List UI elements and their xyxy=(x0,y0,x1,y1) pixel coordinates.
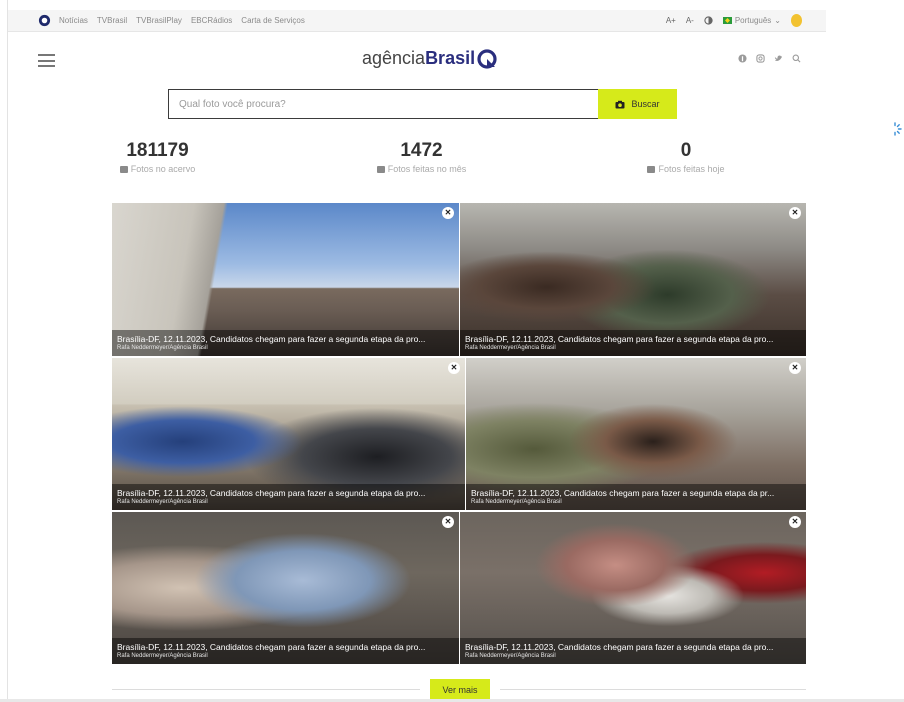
nav-link-tvbrasilplay[interactable]: TVBrasilPlay xyxy=(136,16,182,25)
brand-bold-text: Brasil xyxy=(425,48,476,68)
photo-card[interactable]: ✕ Brasília-DF, 12.11.2023, Candidatos ch… xyxy=(460,203,806,356)
photo-credit: Rafa Neddermeyer/Agência Brasil xyxy=(465,653,556,659)
photo-caption: Brasília-DF, 12.11.2023, Candidatos cheg… xyxy=(112,638,459,664)
divider-right xyxy=(500,689,806,690)
top-bar: Notícias TVBrasil TVBrasilPlay EBCRádios… xyxy=(8,10,826,32)
photo-caption: Brasília-DF, 12.11.2023, Candidatos cheg… xyxy=(112,484,465,510)
contrast-icon[interactable] xyxy=(704,16,713,25)
expand-icon[interactable]: ✕ xyxy=(442,207,454,219)
expand-icon[interactable]: ✕ xyxy=(789,516,801,528)
expand-icon[interactable]: ✕ xyxy=(789,207,801,219)
stat-month-value: 1472 xyxy=(400,140,443,161)
photo-search-input[interactable] xyxy=(168,89,598,119)
nav-link-tvbrasil[interactable]: TVBrasil xyxy=(97,16,127,25)
expand-icon[interactable]: ✕ xyxy=(448,362,460,374)
photos-icon xyxy=(376,165,385,173)
brand-mark-icon xyxy=(477,48,497,69)
photo-caption-text: Brasília-DF, 12.11.2023, Candidatos cheg… xyxy=(465,642,774,652)
agencia-brasil-logo[interactable]: agência Brasil xyxy=(362,48,497,69)
camera-icon xyxy=(647,165,656,173)
photo-credit: Rafa Neddermeyer/Agência Brasil xyxy=(117,345,208,351)
photo-caption: Brasília-DF, 12.11.2023, Candidatos cheg… xyxy=(112,330,459,356)
expand-icon[interactable]: ✕ xyxy=(442,516,454,528)
photo-search-bar: Buscar xyxy=(168,89,677,119)
instagram-icon[interactable] xyxy=(756,54,765,63)
photo-caption: Brasília-DF, 12.11.2023, Candidatos cheg… xyxy=(466,484,806,510)
photo-caption-text: Brasília-DF, 12.11.2023, Candidatos cheg… xyxy=(117,488,426,498)
photo-caption-text: Brasília-DF, 12.11.2023, Candidatos cheg… xyxy=(117,642,426,652)
social-links xyxy=(738,54,801,63)
window-left-edge xyxy=(0,0,8,702)
nav-link-ebcradios[interactable]: EBCRádios xyxy=(191,16,232,25)
stat-today-label: Fotos feitas hoje xyxy=(658,164,725,174)
search-button[interactable]: Buscar xyxy=(598,89,677,119)
photo-card[interactable]: ✕ Brasília-DF, 12.11.2023, Candidatos ch… xyxy=(112,358,465,510)
font-increase-button[interactable]: A+ xyxy=(666,16,676,25)
site-header: agência Brasil xyxy=(8,32,826,88)
photo-credit: Rafa Neddermeyer/Agência Brasil xyxy=(471,499,562,505)
search-icon[interactable] xyxy=(792,54,801,63)
photo-credit: Rafa Neddermeyer/Agência Brasil xyxy=(117,653,208,659)
brazil-flag-icon xyxy=(722,17,732,24)
expand-icon[interactable]: ✕ xyxy=(789,362,801,374)
camera-icon xyxy=(615,100,625,108)
photo-card[interactable]: ✕ Brasília-DF, 12.11.2023, Candidatos ch… xyxy=(112,512,459,664)
archive-icon xyxy=(119,165,128,173)
facebook-icon[interactable] xyxy=(738,54,747,63)
ebc-logo-icon[interactable] xyxy=(38,14,51,27)
load-more-button[interactable]: Ver mais xyxy=(430,679,490,701)
stat-today-value: 0 xyxy=(680,140,692,161)
photo-caption: Brasília-DF, 12.11.2023, Candidatos cheg… xyxy=(460,638,806,664)
stat-archive-label: Fotos no acervo xyxy=(130,164,196,174)
stat-month-label: Fotos feitas no mês xyxy=(387,164,467,174)
photo-caption: Brasília-DF, 12.11.2023, Candidatos cheg… xyxy=(460,330,806,356)
photo-card[interactable]: ✕ Brasília-DF, 12.11.2023, Candidatos ch… xyxy=(112,203,459,356)
accessibility-icon[interactable] xyxy=(791,14,802,27)
stat-month: 1472 Fotos feitas no mês xyxy=(364,140,479,174)
photo-card[interactable]: ✕ Brasília-DF, 12.11.2023, Candidatos ch… xyxy=(466,358,806,510)
nav-link-carta-servicos[interactable]: Carta de Serviços xyxy=(241,16,305,25)
font-decrease-button[interactable]: A- xyxy=(686,16,694,25)
photo-caption-text: Brasília-DF, 12.11.2023, Candidatos cheg… xyxy=(117,334,426,344)
stat-archive-value: 181179 xyxy=(126,140,189,161)
photo-card[interactable]: ✕ Brasília-DF, 12.11.2023, Candidatos ch… xyxy=(460,512,806,664)
stat-today: 0 Fotos feitas hoje xyxy=(636,140,736,174)
twitter-icon[interactable] xyxy=(774,54,783,63)
photo-caption-text: Brasília-DF, 12.11.2023, Candidatos cheg… xyxy=(471,488,775,498)
loading-spinner-icon xyxy=(894,122,902,136)
stat-archive: 181179 Fotos no acervo xyxy=(110,140,205,174)
language-selector[interactable]: Português ⌄ xyxy=(722,16,781,25)
nav-link-noticias[interactable]: Notícias xyxy=(59,16,88,25)
hamburger-menu-icon[interactable] xyxy=(38,54,55,67)
chevron-down-icon: ⌄ xyxy=(774,16,781,25)
divider-left xyxy=(112,689,420,690)
brand-light-text: agência xyxy=(362,48,426,68)
photo-caption-text: Brasília-DF, 12.11.2023, Candidatos cheg… xyxy=(465,334,774,344)
photo-credit: Rafa Neddermeyer/Agência Brasil xyxy=(117,499,208,505)
language-label: Português xyxy=(734,16,772,25)
photo-credit: Rafa Neddermeyer/Agência Brasil xyxy=(465,345,556,351)
search-button-label: Buscar xyxy=(631,99,660,109)
